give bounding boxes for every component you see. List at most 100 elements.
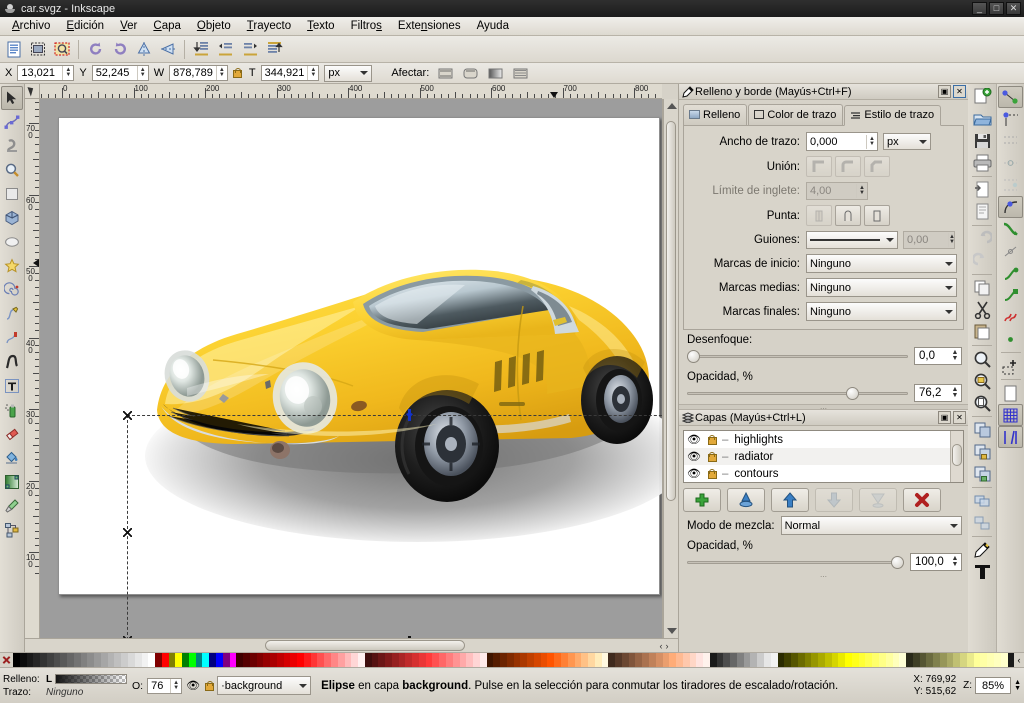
palette-swatch[interactable] [385,653,392,668]
palette-swatch[interactable] [710,653,717,668]
palette-swatch[interactable] [980,653,987,668]
palette-swatch[interactable] [378,653,385,668]
palette-swatch[interactable] [737,653,744,668]
paint-bucket-tool[interactable] [1,446,23,470]
text-tool[interactable] [1,374,23,398]
palette-swatch[interactable] [358,653,365,668]
fs-opacity-value-box[interactable]: 76,2 ▲▼ [914,384,962,402]
node-tool[interactable] [1,110,23,134]
palette-swatch[interactable] [642,653,649,668]
import-icon[interactable] [970,179,995,201]
palette-swatch[interactable] [514,653,521,668]
menu-texto[interactable]: Texto [299,18,343,34]
palette-swatch[interactable] [392,653,399,668]
palette-swatch[interactable] [27,653,34,668]
palette-swatch[interactable] [243,653,250,668]
cap-round-button[interactable] [835,205,861,226]
h-stepper[interactable]: ▲▼ [307,66,318,80]
layer-opacity-value-box[interactable]: 100,0 ▲▼ [910,553,962,571]
palette-swatch[interactable] [473,653,480,668]
layer-list[interactable]: 👁 – highlights 👁 – radiator 👁 [683,430,964,483]
palette-swatch[interactable] [155,653,162,668]
blur-value-box[interactable]: 0,0 ▲▼ [914,347,962,365]
palette-swatch[interactable] [622,653,629,668]
palette-swatch[interactable] [162,653,169,668]
palette-swatch[interactable] [108,653,115,668]
zoom-icon[interactable] [970,348,995,370]
ungroup-icon[interactable] [970,512,995,534]
palette-swatch[interactable] [304,653,311,668]
spray-tool[interactable] [1,398,23,422]
fill-indicator-row[interactable]: Relleno: L [3,673,128,686]
palette-swatch[interactable] [33,653,40,668]
dash-offset-spinbox[interactable]: 0,00 ▲▼ [903,231,955,249]
palette-swatch[interactable] [960,653,967,668]
zoom-drawing-icon[interactable] [970,370,995,392]
palette-swatch[interactable] [500,653,507,668]
palette-swatch[interactable] [54,653,61,668]
grid-icon[interactable] [998,404,1023,426]
palette-swatch[interactable] [135,653,142,668]
dashes-combo[interactable] [806,231,898,249]
affect-gradients-button[interactable] [484,62,507,85]
blend-mode-combo[interactable]: Normal [781,516,962,535]
palette-swatch[interactable] [554,653,561,668]
palette-swatch[interactable] [351,653,358,668]
palette-swatch[interactable] [879,653,886,668]
lock-icon[interactable] [707,452,716,462]
palette-swatch[interactable] [798,653,805,668]
fill-stroke-icon[interactable] [970,539,995,561]
selection-handle-nw[interactable] [123,411,132,420]
palette-swatch[interactable] [906,653,913,668]
palette-swatch[interactable] [764,653,771,668]
menu-edicion[interactable]: Edición [58,18,112,34]
join-miter-button[interactable] [806,156,832,177]
palette-swatch[interactable] [615,653,622,668]
palette-swatch[interactable] [419,653,426,668]
layer-row-highlights[interactable]: 👁 – highlights [684,431,950,448]
layer-row-contours[interactable]: 👁 – contours [684,465,950,482]
palette-swatch[interactable] [331,653,338,668]
palette-swatch[interactable] [994,653,1001,668]
palette-swatch[interactable] [311,653,318,668]
palette-swatch[interactable] [987,653,994,668]
right-arrow-icon[interactable]: › [666,641,669,651]
blur-stepper[interactable]: ▲▼ [949,350,961,362]
mid-markers-combo[interactable]: Ninguno [806,278,957,297]
palette-swatch[interactable] [561,653,568,668]
zoom-stepper[interactable]: ▲▼ [1014,680,1021,692]
selection-handle-n[interactable] [406,409,413,421]
layer-opacity-slider[interactable] [687,555,904,569]
star-tool[interactable] [1,254,23,278]
curve-segment-icon[interactable] [998,306,1023,328]
palette-swatch[interactable] [216,653,223,668]
selection-handle-w[interactable] [123,528,132,537]
palette-swatch[interactable] [223,653,230,668]
palette-swatch[interactable] [270,653,277,668]
palette-swatch[interactable] [581,653,588,668]
affect-stroke-width-button[interactable] [434,62,457,85]
palette-swatch[interactable] [60,653,67,668]
w-stepper[interactable]: ▲▼ [216,66,227,80]
spiral-tool[interactable] [1,278,23,302]
w-spinbox[interactable]: 878,789 ▲▼ [169,65,228,81]
make-symmetric-icon[interactable] [998,240,1023,262]
palette-swatch[interactable] [493,653,500,668]
palette-swatch[interactable] [703,653,710,668]
drawing-canvas[interactable] [40,99,663,638]
palette-swatch[interactable] [629,653,636,668]
palette-swatch[interactable] [933,653,940,668]
unlink-clone-icon[interactable] [970,463,995,485]
add-layer-button[interactable] [683,488,721,512]
palette-swatch[interactable] [669,653,676,668]
palette-swatch[interactable] [148,653,155,668]
tweak-tool[interactable] [1,134,23,158]
palette-swatch[interactable] [47,653,54,668]
node-join-icon[interactable] [998,174,1023,196]
end-markers-combo[interactable]: Ninguno [806,302,957,321]
palette-swatch[interactable] [250,653,257,668]
palette-swatch[interactable] [87,653,94,668]
miter-limit-spinbox[interactable]: 4,00 ▲▼ [806,182,868,200]
cut-icon[interactable] [970,299,995,321]
eraser-tool[interactable] [1,422,23,446]
